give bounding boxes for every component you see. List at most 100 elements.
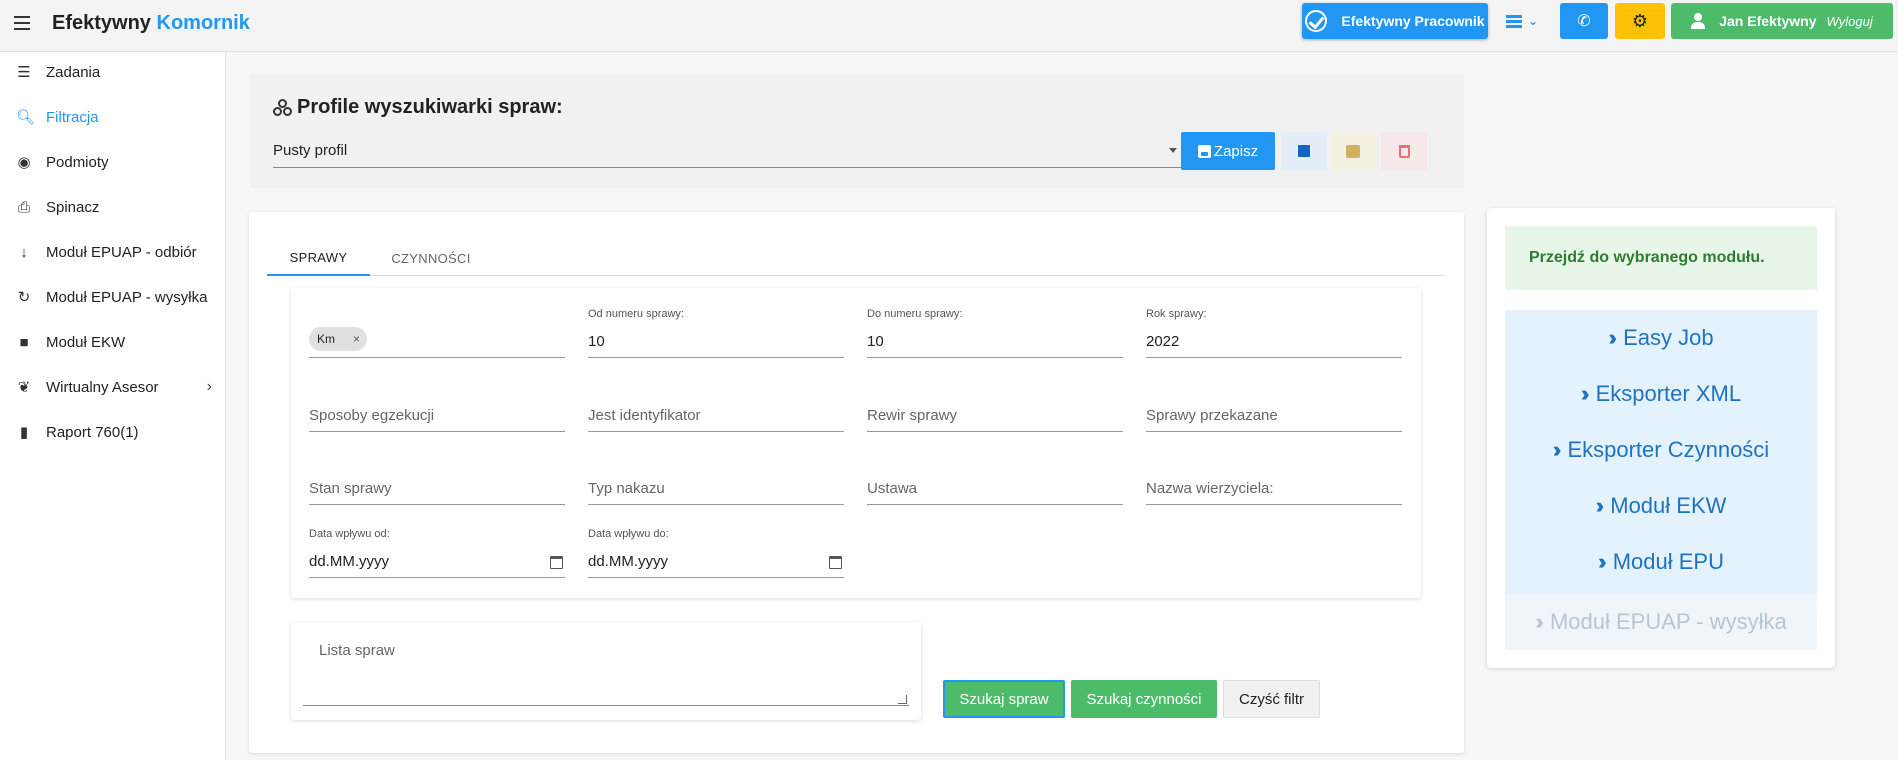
- module-link-ekw[interactable]: ›› Moduł EKW: [1505, 478, 1817, 534]
- wierzyciel-placeholder: Nazwa wierzyciela:: [1146, 480, 1274, 497]
- phone-icon: ✆: [1577, 13, 1591, 30]
- sidebar-item-label: Moduł EPUAP - odbiór: [46, 243, 197, 261]
- save-icon: [1197, 144, 1211, 158]
- double-chevron-icon: ››: [1580, 381, 1589, 406]
- globe-icon: ◉: [17, 154, 31, 171]
- module-link-eksporter-xml[interactable]: ›› Eksporter XML: [1505, 366, 1817, 422]
- rok-sprawy-label: Rok sprawy:: [1146, 308, 1207, 320]
- prefix-chip-field[interactable]: Km ×: [309, 308, 565, 358]
- sidebar-item-podmioty[interactable]: ◉ Podmioty: [0, 142, 226, 182]
- sidebar-item-label: Moduł EPUAP - wysyłka: [46, 288, 208, 306]
- data-od-label: Data wpływu od:: [309, 528, 390, 540]
- sidebar-item-label: Podmioty: [46, 153, 109, 171]
- sidebar-item-label: Zadania: [46, 63, 101, 81]
- redo-icon: ↻: [17, 289, 31, 306]
- edit-profile-button[interactable]: [1330, 132, 1376, 170]
- copy-icon: [1294, 145, 1310, 165]
- ustawa-select[interactable]: Ustawa: [867, 455, 1123, 505]
- modules-heading: Przejdź do wybranego modułu.: [1505, 226, 1817, 290]
- user-name: Jan Efektywny: [1719, 13, 1817, 29]
- przekazane-placeholder: Sprawy przekazane: [1146, 407, 1278, 424]
- double-chevron-icon: ››: [1552, 437, 1561, 462]
- wierzyciel-input[interactable]: Nazwa wierzyciela:: [1146, 455, 1402, 505]
- stan-placeholder: Stan sprawy: [309, 480, 392, 497]
- rewir-placeholder: Rewir sprawy: [867, 407, 958, 424]
- list-icon: [1505, 13, 1522, 30]
- sposoby-placeholder: Sposoby egzekucji: [309, 407, 435, 424]
- profile-select[interactable]: Pusty profil: [273, 136, 1181, 168]
- sidebar-item-filtracja[interactable]: 🔍︎ Filtracja: [0, 97, 226, 137]
- brand-accent: Komornik: [156, 12, 250, 34]
- przekazane-select[interactable]: Sprawy przekazane: [1146, 382, 1402, 432]
- profiles-title: Profile wyszukiwarki spraw:: [273, 96, 563, 119]
- module-label: Eksporter Czynności: [1567, 437, 1770, 462]
- od-numeru-field[interactable]: Od numeru sprawy: 10: [588, 308, 844, 358]
- tab-sprawy[interactable]: SPRAWY: [267, 240, 370, 276]
- paperclip-icon: ⎙: [17, 198, 30, 216]
- sidebar-item-label: Filtracja: [46, 108, 99, 126]
- prefix-chip[interactable]: Km ×: [309, 327, 367, 351]
- sidebar-item-ekw[interactable]: ■ Moduł EKW: [0, 322, 226, 362]
- textarea-underline: [303, 705, 909, 706]
- file-icon: ▮: [19, 424, 29, 441]
- menu-icon[interactable]: [14, 16, 30, 30]
- sidebar-item-raport[interactable]: ▮ Raport 760(1): [0, 412, 226, 452]
- data-do-value: dd.MM.yyyy: [588, 553, 669, 570]
- identyfikator-select[interactable]: Jest identyfikator: [588, 382, 844, 432]
- sposoby-egzekucji-select[interactable]: Sposoby egzekucji: [309, 382, 565, 432]
- resize-grip-icon[interactable]: [898, 695, 907, 704]
- module-link-epu[interactable]: ›› Moduł EPU: [1505, 534, 1817, 590]
- double-chevron-icon: ››: [1598, 549, 1606, 574]
- search-panel: SPRAWY CZYNNOŚCI Km × Od numeru sprawy: …: [249, 212, 1464, 753]
- phone-button[interactable]: ✆: [1560, 3, 1608, 39]
- caret-down-icon: [1169, 148, 1177, 153]
- sidebar-item-label: Moduł EKW: [46, 333, 126, 351]
- calendar-icon[interactable]: [829, 556, 842, 569]
- data-wplywu-od-input[interactable]: Data wpływu od: dd.MM.yyyy: [309, 528, 565, 578]
- data-wplywu-do-input[interactable]: Data wpływu do: dd.MM.yyyy: [588, 528, 844, 578]
- sidebar-item-wirtualny-asesor[interactable]: ❦ Wirtualny Asesor ›: [0, 367, 226, 407]
- sidebar-item-epuap-odbior[interactable]: ↓ Moduł EPUAP - odbiór: [0, 232, 226, 272]
- tab-czynnosci[interactable]: CZYNNOŚCI: [370, 240, 492, 276]
- handshake-icon: ❦: [17, 379, 31, 396]
- logout-link[interactable]: Wyloguj: [1827, 14, 1873, 29]
- szukaj-spraw-button[interactable]: Szukaj spraw: [943, 680, 1065, 718]
- delete-profile-button[interactable]: [1381, 132, 1427, 170]
- calendar-icon[interactable]: [550, 556, 563, 569]
- stan-sprawy-select[interactable]: Stan sprawy: [309, 455, 565, 505]
- sidebar-item-label: Spinacz: [46, 198, 100, 216]
- efektywny-pracownik-button[interactable]: Efektywny Pracownik: [1302, 3, 1488, 39]
- pracownik-label: Efektywny Pracownik: [1341, 13, 1485, 29]
- gear-icon: ⚙: [1631, 10, 1649, 31]
- module-label: Moduł EPUAP - wysyłka: [1549, 609, 1787, 634]
- module-link-eksporter-czynnosci[interactable]: ›› Eksporter Czynności: [1505, 422, 1817, 478]
- lista-spraw-textarea[interactable]: Lista spraw: [291, 622, 921, 720]
- check-circle-icon: [1305, 10, 1328, 32]
- clear-filter-button[interactable]: Czyść filtr: [1223, 680, 1320, 718]
- modules-menu-button[interactable]: ⌄: [1494, 3, 1550, 39]
- app-brand[interactable]: Efektywny Komornik: [52, 12, 250, 35]
- typ-nakazu-select[interactable]: Typ nakazu: [588, 455, 844, 505]
- user-icon: [1691, 13, 1706, 29]
- settings-button[interactable]: ⚙: [1615, 3, 1665, 39]
- module-label: Easy Job: [1623, 325, 1714, 350]
- sidebar-item-label: Raport 760(1): [46, 423, 139, 441]
- sidebar-item-spinacz[interactable]: ⎙ Spinacz: [0, 187, 226, 227]
- module-label: Moduł EPU: [1612, 549, 1724, 574]
- sidebar-item-zadania[interactable]: ☰ Zadania: [0, 52, 226, 92]
- double-chevron-icon: ››: [1608, 325, 1616, 350]
- user-button[interactable]: Jan Efektywny Wyloguj: [1671, 3, 1893, 39]
- copy-profile-button[interactable]: [1281, 132, 1327, 170]
- do-numeru-field[interactable]: Do numeru sprawy: 10: [867, 308, 1123, 358]
- sidebar-item-epuap-wysylka[interactable]: ↻ Moduł EPUAP - wysyłka: [0, 277, 226, 317]
- rewir-select[interactable]: Rewir sprawy: [867, 382, 1123, 432]
- double-chevron-icon: ››: [1535, 609, 1543, 634]
- szukaj-czynnosci-button[interactable]: Szukaj czynności: [1071, 680, 1217, 718]
- rok-sprawy-value: 2022: [1146, 333, 1180, 350]
- rok-sprawy-field[interactable]: Rok sprawy: 2022: [1146, 308, 1402, 358]
- do-numeru-value: 10: [867, 333, 884, 350]
- module-link-easy-job[interactable]: ›› Easy Job: [1505, 310, 1817, 366]
- profile-select-value: Pusty profil: [273, 142, 348, 159]
- close-icon[interactable]: ×: [353, 332, 360, 346]
- save-profile-button[interactable]: Zapisz: [1181, 132, 1275, 170]
